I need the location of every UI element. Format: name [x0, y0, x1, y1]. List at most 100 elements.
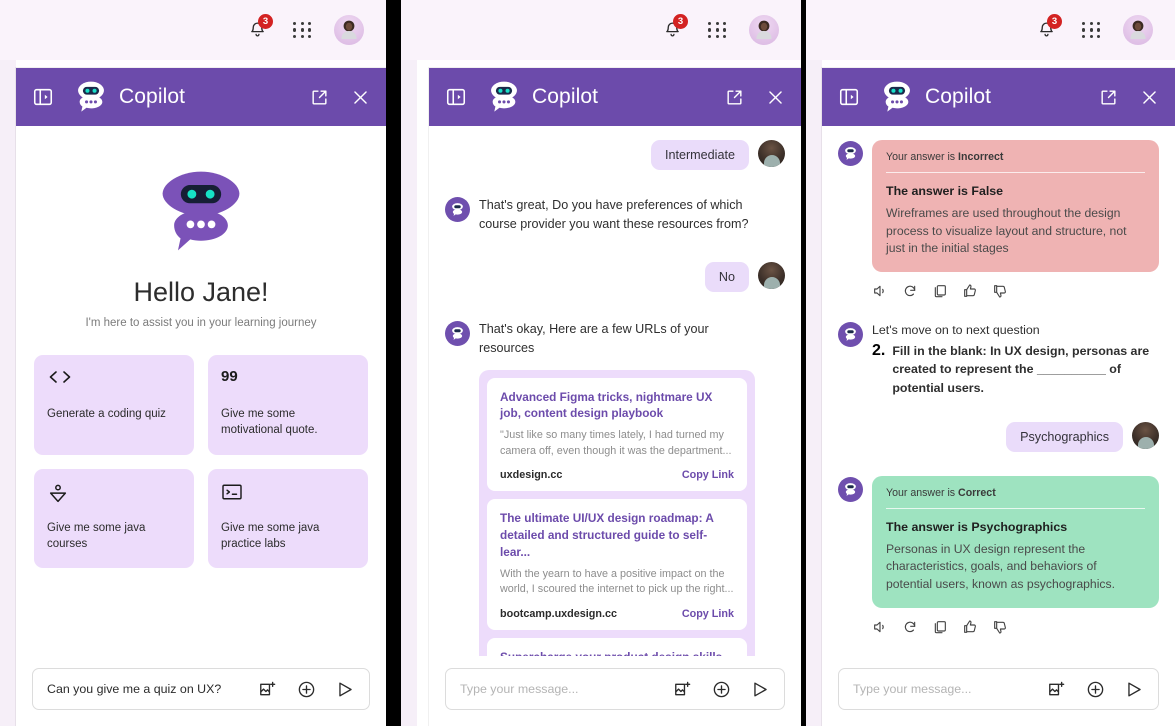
message-actions [872, 283, 1159, 299]
refresh-icon[interactable] [902, 283, 918, 299]
user-bubble: Intermediate [650, 140, 749, 170]
answer-explanation: Personas in UX design represent the char… [886, 541, 1115, 591]
close-icon[interactable] [1140, 88, 1159, 107]
copy-icon[interactable] [932, 283, 948, 299]
refresh-icon[interactable] [902, 619, 918, 635]
composer-box [32, 668, 370, 710]
suggestion-card-java-courses[interactable]: Give me some java courses [34, 468, 194, 569]
expand-icon[interactable] [1099, 88, 1118, 107]
resource-link-card[interactable]: The ultimate UI/UX design roadmap: A det… [487, 499, 747, 630]
copilot-panel: Copilot [16, 68, 386, 726]
copilot-title: Copilot [119, 85, 186, 108]
plus-circle-icon[interactable] [712, 680, 731, 699]
copilot-logo [491, 81, 517, 112]
question-number: 2. [872, 341, 886, 359]
sidebar-collapse-icon[interactable] [445, 86, 467, 108]
chat-thread: Your answer is Incorrect The answer is F… [822, 126, 1175, 656]
copilot-header: Copilot [822, 68, 1175, 126]
speaker-icon[interactable] [872, 283, 888, 299]
message-input[interactable] [460, 682, 653, 696]
notification-bell[interactable]: 3 [247, 14, 273, 43]
avatar-portrait [341, 20, 357, 39]
chat-message-user: No [445, 261, 785, 292]
close-icon[interactable] [351, 88, 370, 107]
thumbs-down-icon[interactable] [992, 283, 1008, 299]
apps-grid-icon[interactable] [708, 21, 727, 39]
link-domain: bootcamp.uxdesign.cc [500, 607, 617, 620]
add-image-icon[interactable] [1047, 680, 1066, 699]
avatar-portrait [756, 20, 772, 39]
bot-avatar [445, 197, 470, 222]
bot-avatar [445, 320, 470, 346]
user-avatar[interactable] [334, 15, 364, 45]
copilot-header: Copilot [16, 68, 386, 126]
answer-status-word: Correct [958, 486, 996, 499]
avatar-portrait [1130, 20, 1146, 39]
notification-badge: 3 [1047, 14, 1062, 29]
message-input[interactable] [47, 682, 238, 696]
question-item: 2. Fill in the blank: In UX design, pers… [872, 342, 1156, 398]
feedback-correct-row: Your answer is Correct The answer is Psy… [838, 475, 1159, 608]
add-image-icon[interactable] [673, 680, 692, 699]
expand-icon[interactable] [310, 88, 329, 107]
user-avatar [758, 140, 785, 167]
expand-icon[interactable] [725, 88, 744, 107]
panel-welcome: 3 Copilot Hello Jane! I'm here to assist… [0, 0, 386, 726]
next-question-block: Let's move on to next question 2. Fill i… [872, 321, 1156, 397]
bot-message-text: That's okay, Here are a few URLs of your… [479, 321, 709, 355]
copy-link-button[interactable]: Copy Link [682, 608, 734, 620]
user-avatar [1132, 421, 1159, 449]
message-actions [872, 619, 1159, 635]
user-avatar[interactable] [749, 15, 779, 45]
thumbs-down-icon[interactable] [992, 619, 1008, 635]
notification-bell[interactable]: 3 [662, 14, 688, 43]
apps-grid-icon[interactable] [1082, 21, 1101, 39]
app-left-rail [401, 60, 417, 726]
apps-grid-icon[interactable] [293, 21, 312, 39]
user-avatar[interactable] [1123, 15, 1153, 45]
next-question-row: Let's move on to next question 2. Fill i… [838, 321, 1159, 397]
link-title: Supercharge your product design skills a… [500, 649, 734, 656]
resource-link-card[interactable]: Supercharge your product design skills a… [487, 637, 747, 656]
greeting-subtitle: I'm here to assist you in your learning … [85, 317, 317, 329]
plus-circle-icon[interactable] [297, 680, 316, 699]
suggestion-card-java-practice-labs[interactable]: Give me some java practice labs [208, 468, 368, 569]
welcome-section: Hello Jane! I'm here to assist you in yo… [16, 126, 386, 329]
composer [822, 656, 1175, 726]
suggestion-card-motivational-quote[interactable]: 99 Give me some motivational quote. [208, 355, 368, 455]
panel-gutter [801, 0, 806, 726]
send-icon[interactable] [336, 680, 355, 699]
suggestion-cards: Generate a coding quiz 99 Give me some m… [16, 329, 386, 569]
terminal-icon [221, 483, 355, 507]
notification-bell[interactable]: 3 [1036, 14, 1062, 43]
link-snippet: "Just like so many times lately, I had t… [500, 429, 732, 457]
bot-avatar [838, 141, 863, 166]
graduation-cap-icon [47, 483, 181, 507]
chat-thread: Intermediate That's great, Do you have p… [429, 126, 801, 656]
copy-icon[interactable] [932, 619, 948, 635]
link-domain: uxdesign.cc [500, 469, 563, 482]
copy-link-button[interactable]: Copy Link [682, 469, 734, 481]
composer-box [838, 668, 1159, 710]
resource-link-card[interactable]: Advanced Figma tricks, nightmare UX job,… [487, 377, 747, 492]
user-bubble: Psychographics [1006, 421, 1123, 452]
answer-status: Your answer is Correct [886, 487, 1145, 509]
bot-icon [452, 203, 463, 216]
message-input[interactable] [853, 682, 1027, 696]
correct-answer-block: Your answer is Correct The answer is Psy… [872, 475, 1159, 608]
thumbs-up-icon[interactable] [962, 283, 978, 299]
app-left-rail [0, 60, 16, 726]
incorrect-answer-block: Your answer is Incorrect The answer is F… [872, 140, 1159, 273]
notification-badge: 3 [258, 14, 273, 29]
send-icon[interactable] [1125, 680, 1144, 699]
speaker-icon[interactable] [872, 619, 888, 635]
send-icon[interactable] [751, 680, 770, 699]
close-icon[interactable] [766, 88, 785, 107]
copilot-logo [884, 81, 910, 112]
thumbs-up-icon[interactable] [962, 619, 978, 635]
add-image-icon[interactable] [258, 680, 277, 699]
sidebar-collapse-icon[interactable] [838, 86, 860, 108]
plus-circle-icon[interactable] [1086, 680, 1105, 699]
sidebar-collapse-icon[interactable] [32, 86, 54, 108]
suggestion-card-coding-quiz[interactable]: Generate a coding quiz [34, 355, 194, 455]
